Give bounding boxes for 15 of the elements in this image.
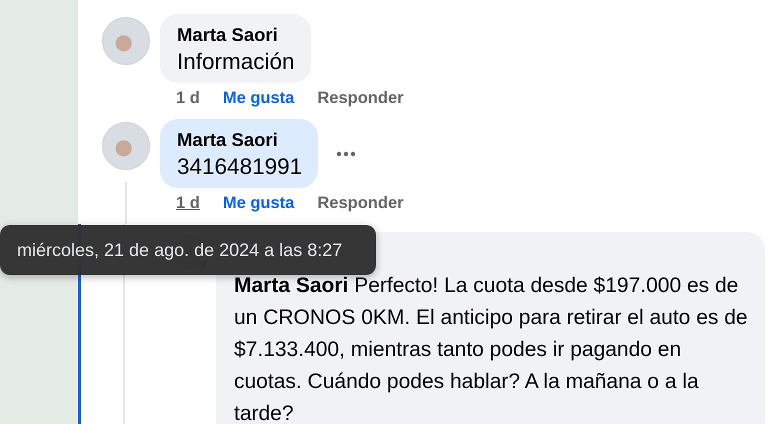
like-link[interactable]: Me gusta	[222, 192, 294, 214]
comment-text: 3416481991	[177, 153, 302, 181]
timestamp-link[interactable]: 1 d	[176, 192, 200, 214]
reply-link[interactable]: Responder	[317, 87, 404, 109]
more-options-icon[interactable]	[336, 150, 356, 156]
author-name[interactable]: Marta Saori	[177, 127, 302, 152]
reply-link[interactable]: Responder	[317, 192, 404, 214]
comment-text: Información	[177, 48, 295, 76]
like-link[interactable]: Me gusta	[222, 87, 294, 109]
timestamp-link[interactable]: 1 d	[176, 87, 200, 109]
avatar[interactable]	[102, 17, 150, 65]
timestamp-tooltip: miércoles, 21 de ago. de 2024 a las 8:27	[0, 225, 376, 275]
reply-text: Marta Saori Perfecto! La cuota desde $197.000 es de un CRONOS 0KM. El anticipo para retirar el auto es de $7.133.400, mientras tanto podes ir pagando en cuotas. Cuándo podes hablar? A la mañana o a la tarde?	[234, 273, 749, 424]
avatar[interactable]	[102, 122, 150, 170]
author-name[interactable]: Marta Saori	[177, 22, 295, 47]
